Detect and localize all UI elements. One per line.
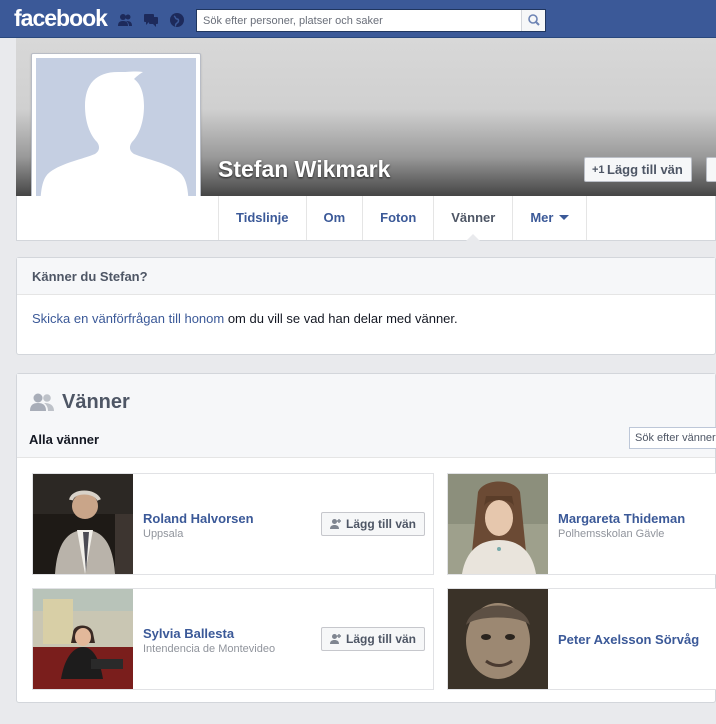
add-friend-icon: +1 — [592, 164, 605, 176]
chevron-down-icon — [559, 215, 570, 220]
friend-name[interactable]: Sylvia Ballesta — [143, 626, 234, 641]
tab-about[interactable]: Om — [305, 196, 363, 240]
add-friend-icon — [330, 519, 341, 529]
know-person-text: Skicka en vänförfrågan till honom om du … — [17, 295, 715, 326]
friend-card: Roland Halvorsen Uppsala Lägg till vän — [32, 473, 434, 575]
send-friend-request-link[interactable]: Skicka en vänförfrågan till honom — [32, 311, 224, 326]
add-friend-label: Lägg till vän — [607, 162, 683, 177]
friends-icon — [30, 393, 54, 411]
know-person-rest-text: om du vill se vad han delar med vänner. — [224, 311, 458, 326]
tab-timeline[interactable]: Tidslinje — [218, 196, 306, 240]
profile-name: Stefan Wikmark — [218, 156, 391, 182]
all-friends-tab[interactable]: Alla vänner — [29, 432, 100, 457]
friend-card: Margareta Thideman Polhemsskolan Gävle — [447, 473, 716, 575]
default-avatar — [36, 58, 196, 219]
friends-search-input[interactable] — [629, 427, 716, 449]
messages-icon[interactable] — [143, 12, 159, 28]
add-friend-button[interactable]: +1 Lägg till vän — [584, 157, 692, 182]
facebook-logo[interactable]: facebook — [14, 5, 108, 32]
top-bar: facebook — [0, 0, 716, 38]
friends-section: Vänner Alla vänner Roland Halvorsen Upps… — [16, 373, 716, 703]
friend-photo[interactable] — [33, 474, 133, 574]
friend-card: Sylvia Ballesta Intendencia de Montevide… — [32, 588, 434, 690]
know-person-box: Känner du Stefan? Skicka en vänförfrågan… — [16, 257, 716, 355]
tab-friends[interactable]: Vänner — [433, 196, 512, 241]
notifications-icon[interactable] — [169, 12, 185, 28]
add-friend-button[interactable]: Lägg till vän — [321, 512, 426, 536]
search-icon — [528, 14, 540, 26]
friends-title: Vänner — [62, 391, 130, 413]
search-input[interactable] — [197, 10, 517, 31]
friend-subtitle: Uppsala — [143, 528, 184, 540]
silhouette-icon — [36, 58, 196, 219]
friend-card: Peter Axelsson Sörvåg — [447, 588, 716, 690]
tab-more[interactable]: Mer — [512, 196, 588, 240]
friend-subtitle: Intendencia de Montevideo — [143, 643, 276, 655]
profile-nav: Tidslinje Om Foton Vänner Mer — [16, 196, 716, 241]
friend-photo[interactable] — [448, 589, 548, 689]
search-button[interactable] — [521, 10, 545, 31]
tab-photos[interactable]: Foton — [362, 196, 433, 240]
add-friend-icon — [330, 634, 341, 644]
search-bar — [196, 9, 546, 32]
friend-subtitle: Polhemsskolan Gävle — [558, 528, 665, 540]
friends-header: Vänner Alla vänner — [17, 374, 716, 458]
more-actions-button[interactable] — [706, 157, 716, 182]
friend-photo[interactable] — [33, 589, 133, 689]
friend-requests-icon[interactable] — [117, 12, 133, 28]
know-person-title: Känner du Stefan? — [17, 258, 715, 295]
friend-photo[interactable] — [448, 474, 548, 574]
add-friend-button[interactable]: Lägg till vän — [321, 627, 426, 651]
friend-name[interactable]: Peter Axelsson Sörvåg — [558, 632, 699, 647]
friend-name[interactable]: Margareta Thideman — [558, 511, 685, 526]
friend-name[interactable]: Roland Halvorsen — [143, 511, 254, 526]
